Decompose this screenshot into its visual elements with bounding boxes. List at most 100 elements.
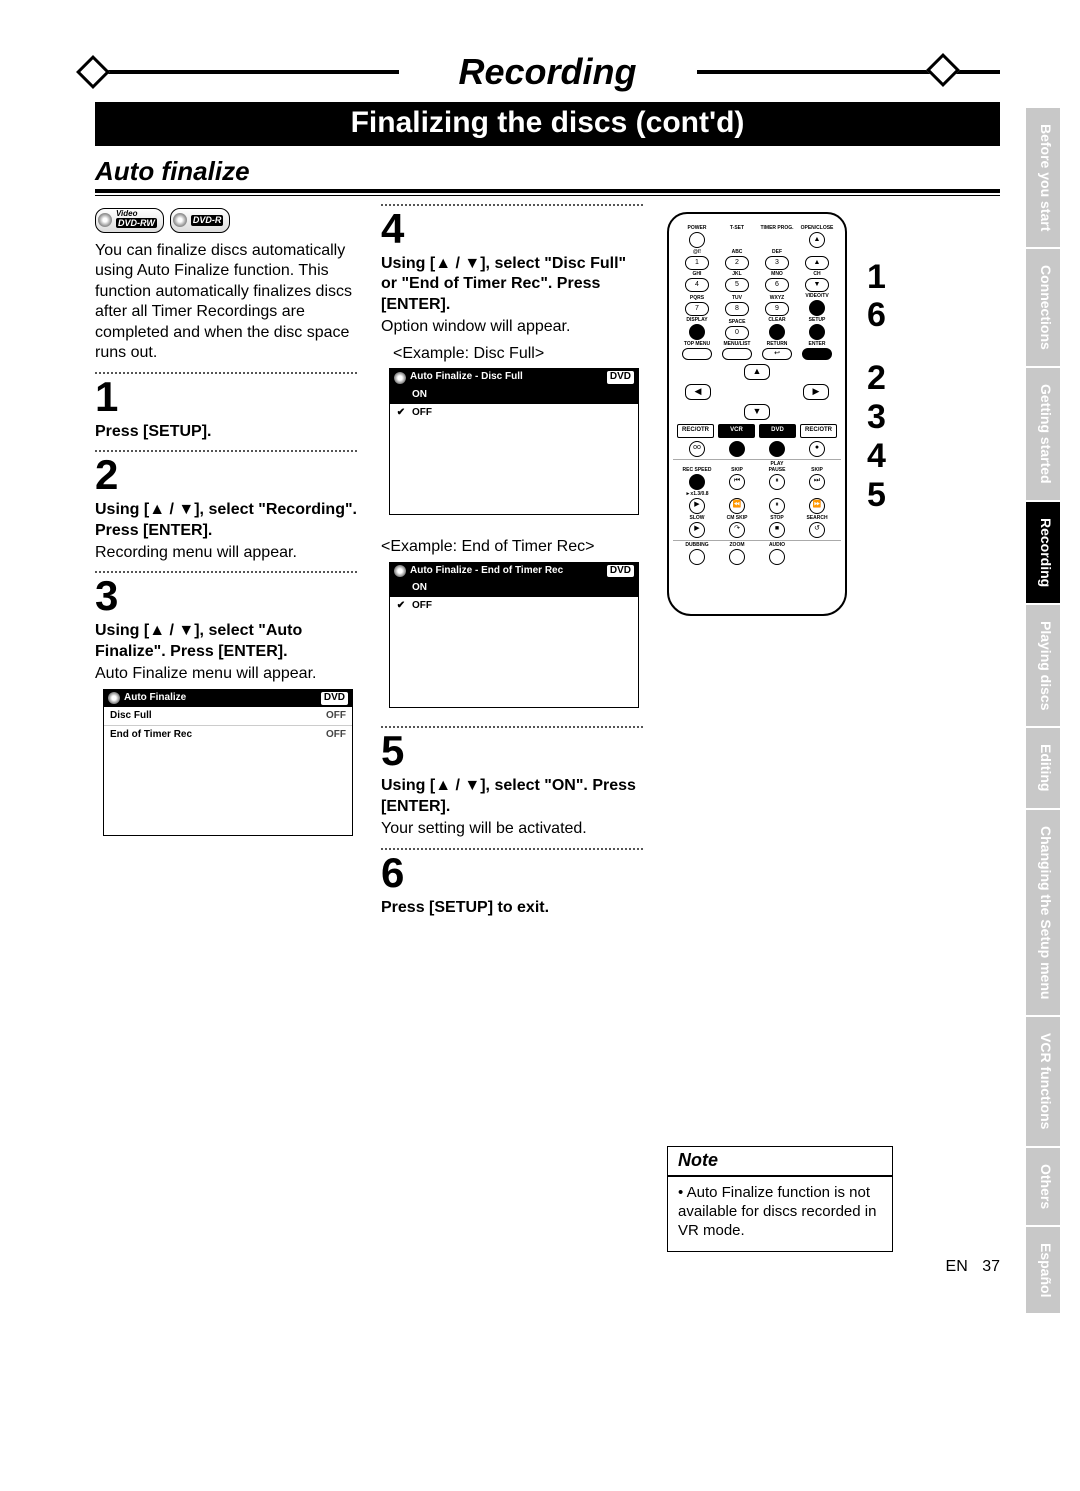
remote-label-def: DEF xyxy=(772,250,782,255)
remote-right-button: ▶ xyxy=(803,384,829,400)
remote-ff-button: ⏩ xyxy=(809,498,825,514)
remote-label-openclose: OPEN/CLOSE xyxy=(801,226,834,231)
osd-badge: DVD xyxy=(607,371,634,384)
remote-topmenu-button xyxy=(682,348,712,360)
osd-row: End of Timer Rec OFF xyxy=(104,726,352,745)
remote-up-button: ▲ xyxy=(744,364,770,380)
remote-rec-left-button: oo xyxy=(689,441,705,457)
step-number-6: 6 xyxy=(381,852,643,894)
side-tab-vcr-functions[interactable]: VCR functions xyxy=(1026,1017,1060,1145)
remote-label-space: SPACE xyxy=(729,320,746,325)
remote-setup-button xyxy=(809,324,825,340)
osd-value: OFF xyxy=(326,729,346,742)
remote-mode-row: REC/OTR VCR DVD REC/OTR xyxy=(677,424,837,438)
remote-1-button: 1 xyxy=(685,256,709,270)
remote-label-cmskip: CM SKIP xyxy=(727,516,748,521)
remote-vcr-mode: VCR xyxy=(718,424,755,438)
step-number-5: 5 xyxy=(381,730,643,772)
osd-option-label: ON xyxy=(412,389,427,402)
step-1-instruction: Press [SETUP]. xyxy=(95,422,357,442)
remote-label-search: SEARCH xyxy=(806,516,827,521)
remote-rew-button: ⏪ xyxy=(729,498,745,514)
footer-lang: EN xyxy=(946,1258,968,1275)
callout-2: 2 xyxy=(867,359,886,398)
osd-title: Auto Finalize xyxy=(124,692,186,705)
step-divider xyxy=(95,571,357,573)
side-tab-espa-ol[interactable]: Español xyxy=(1026,1227,1060,1313)
side-tab-editing[interactable]: Editing xyxy=(1026,728,1060,807)
remote-skip-fwd-button: ⏭ xyxy=(809,474,825,490)
remote-label-skip-fwd: SKIP xyxy=(811,468,823,473)
remote-clear-button xyxy=(769,324,785,340)
step-number-2: 2 xyxy=(95,454,357,496)
disc-icon xyxy=(394,372,406,384)
remote-label-play: PLAY xyxy=(771,462,784,467)
side-tab-before-you-start[interactable]: Before you start xyxy=(1026,108,1060,247)
side-tab-connections[interactable]: Connections xyxy=(1026,249,1060,366)
remote-videotv-button xyxy=(809,300,825,316)
remote-ch-down-button: ▼ xyxy=(805,278,829,292)
side-tabs: Before you startConnectionsGetting start… xyxy=(1026,108,1060,1313)
remote-label-slow: SLOW xyxy=(690,516,705,521)
step-divider xyxy=(95,450,357,452)
osd-auto-finalize-menu: Auto Finalize DVD Disc Full OFF End of T… xyxy=(103,689,353,836)
remote-5-button: 5 xyxy=(725,278,749,292)
content-area: Video DVD-RW DVD-R You can finalize disc… xyxy=(80,204,1060,1252)
remote-4-button: 4 xyxy=(685,278,709,292)
remote-label-mno: MNO xyxy=(771,272,783,277)
osd-badge: DVD xyxy=(607,565,634,578)
step-2-text: Recording menu will appear. xyxy=(95,543,357,563)
remote-label-power: POWER xyxy=(688,226,707,231)
osd-value: OFF xyxy=(326,710,346,723)
badge-dvd-r: DVD-R xyxy=(170,208,231,233)
side-tab-getting-started[interactable]: Getting started xyxy=(1026,368,1060,500)
check-icon: ✔ xyxy=(396,600,406,613)
remote-menulist-button xyxy=(722,348,752,360)
note-box: Note • Auto Finalize function is not ava… xyxy=(667,1146,893,1252)
remote-9-button: 9 xyxy=(765,302,789,316)
callout-6: 6 xyxy=(867,296,886,335)
step-number-1: 1 xyxy=(95,376,357,418)
step-divider xyxy=(381,726,643,728)
osd-disc-full: Auto Finalize - Disc Full DVD ON ✔OFF xyxy=(389,368,639,515)
remote-label-enter: ENTER xyxy=(809,342,826,347)
step-3-instruction: Using [▲ / ▼], select "Auto Finalize". P… xyxy=(95,621,357,662)
side-tab-recording[interactable]: Recording xyxy=(1026,502,1060,603)
remote-2-button: 2 xyxy=(725,256,749,270)
remote-label-tuv: TUV xyxy=(732,296,742,301)
remote-openclose-button: ▲ xyxy=(809,232,825,248)
osd-key: Disc Full xyxy=(110,710,314,723)
remote-slow-button: ▶ xyxy=(689,522,705,538)
callout-4: 4 xyxy=(867,437,886,476)
remote-label-videotv: VIDEO/TV xyxy=(805,294,828,299)
note-text: • Auto Finalize function is not availabl… xyxy=(678,1184,876,1239)
remote-label-clear: CLEAR xyxy=(768,318,785,323)
step-divider xyxy=(381,848,643,850)
note-title: Note xyxy=(668,1147,892,1177)
step-3-text: Auto Finalize menu will appear. xyxy=(95,664,357,684)
step-4-instruction: Using [▲ / ▼], select "Disc Full" or "En… xyxy=(381,254,643,315)
remote-rec-right-button: ● xyxy=(809,441,825,457)
osd-option-off: ✔OFF xyxy=(390,404,638,422)
page-footer: EN 37 xyxy=(80,1252,1060,1276)
category-banner: Recording xyxy=(95,48,1000,96)
osd-option-label: OFF xyxy=(412,407,432,420)
side-tab-changing-the-setup-menu[interactable]: Changing the Setup menu xyxy=(1026,810,1060,1015)
badge-label: DVD-RW xyxy=(116,218,157,228)
remote-audio-button xyxy=(769,549,785,565)
remote-label-dubbing: DUBBING xyxy=(685,543,708,548)
osd-row: Disc Full OFF xyxy=(104,707,352,727)
heading-rule-thick xyxy=(95,189,1000,193)
remote-8-button: 8 xyxy=(725,302,749,316)
step-6-instruction: Press [SETUP] to exit. xyxy=(381,898,643,918)
remote-label-ghi: GHI xyxy=(693,272,702,277)
step-5-text: Your setting will be activated. xyxy=(381,819,643,839)
right-column: POWER T-SET TIMER PROG. OPEN/CLOSE▲ @/!1… xyxy=(667,204,897,1252)
remote-down-button: ▼ xyxy=(744,404,770,420)
remote-dubbing-button xyxy=(689,549,705,565)
side-tab-others[interactable]: Others xyxy=(1026,1148,1060,1225)
side-tab-playing-discs[interactable]: Playing discs xyxy=(1026,605,1060,726)
remote-search-button: ↺ xyxy=(809,522,825,538)
step-divider xyxy=(95,372,357,374)
step-number-4: 4 xyxy=(381,208,643,250)
